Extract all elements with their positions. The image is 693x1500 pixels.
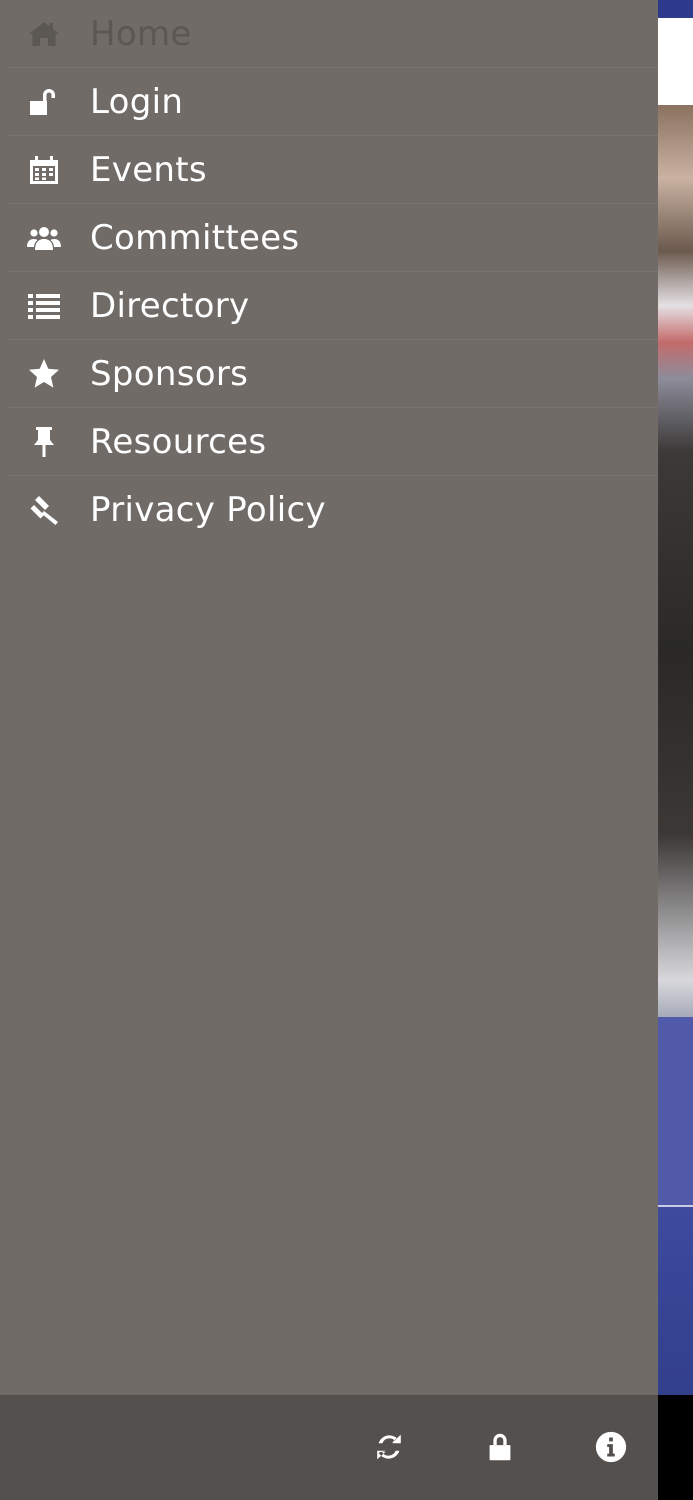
menu-item-label: Directory <box>90 285 250 326</box>
navigation-drawer: Home Login Events Committees Directory S… <box>0 0 658 1395</box>
refresh-button[interactable] <box>361 1419 417 1475</box>
menu-item-sponsors[interactable]: Sponsors <box>8 340 658 408</box>
menu-item-label: Committees <box>90 217 300 258</box>
users-icon <box>24 218 64 258</box>
underlying-blue-panel <box>658 1017 693 1205</box>
menu-item-privacy-policy[interactable]: Privacy Policy <box>8 476 658 543</box>
pushpin-icon <box>24 422 64 462</box>
menu-item-events[interactable]: Events <box>8 136 658 204</box>
gavel-icon <box>24 490 64 530</box>
unlock-icon <box>24 82 64 122</box>
info-button[interactable] <box>583 1419 639 1475</box>
list-icon <box>24 286 64 326</box>
nav-menu: Home Login Events Committees Directory S… <box>0 0 658 543</box>
menu-item-committees[interactable]: Committees <box>8 204 658 272</box>
menu-item-label: Login <box>90 81 184 122</box>
underlying-hero-image <box>658 105 693 1017</box>
home-icon <box>24 14 64 54</box>
drawer-toolbar <box>0 1395 658 1500</box>
refresh-icon <box>377 1434 401 1460</box>
menu-item-label: Privacy Policy <box>90 489 326 530</box>
lock-button[interactable] <box>472 1419 528 1475</box>
menu-item-home[interactable]: Home <box>8 0 658 68</box>
lock-icon <box>489 1433 511 1461</box>
underlying-header-bar <box>658 0 693 18</box>
menu-item-directory[interactable]: Directory <box>8 272 658 340</box>
menu-item-resources[interactable]: Resources <box>8 408 658 476</box>
menu-item-label: Resources <box>90 421 267 462</box>
underlying-header <box>658 18 693 105</box>
menu-item-label: Home <box>90 13 192 54</box>
menu-item-label: Sponsors <box>90 353 249 394</box>
info-icon <box>595 1431 627 1463</box>
underlying-footer <box>658 1395 693 1500</box>
underlying-blue-panel-2 <box>658 1207 693 1395</box>
menu-item-label: Events <box>90 149 207 190</box>
star-icon <box>24 354 64 394</box>
menu-item-login[interactable]: Login <box>8 68 658 136</box>
underlying-page-peek <box>658 0 693 1500</box>
calendar-icon <box>24 150 64 190</box>
